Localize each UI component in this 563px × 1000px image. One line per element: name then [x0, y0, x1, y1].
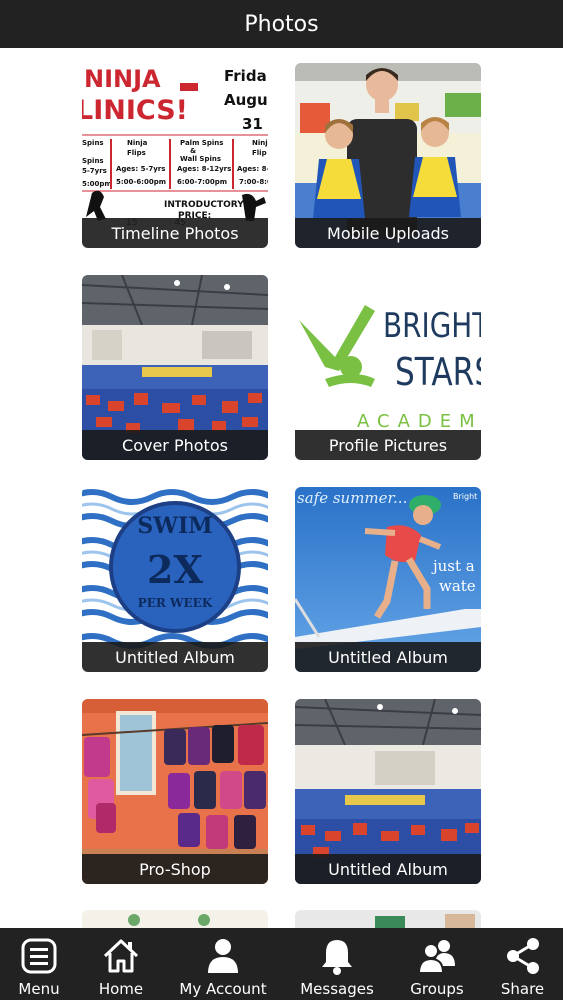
album-label: Cover Photos: [82, 430, 268, 460]
tab-menu[interactable]: Menu: [0, 928, 78, 1000]
tab-share[interactable]: Share: [482, 928, 563, 1000]
tab-home[interactable]: Home: [78, 928, 164, 1000]
bell-icon: [322, 940, 352, 975]
tab-label: Home: [98, 980, 144, 998]
svg-text:SWIM: SWIM: [137, 513, 212, 539]
album-untitled-swim[interactable]: SWIM 2X PER WEEK Untitled Album: [82, 487, 268, 672]
svg-text:LINICS!: LINICS!: [82, 95, 188, 126]
svg-text:BRIGHT: BRIGHT: [383, 306, 481, 345]
bottom-tab-bar: Menu Home My Account Messages Groups Sha…: [0, 928, 563, 1000]
album-cover-photos[interactable]: Cover Photos: [82, 275, 268, 460]
svg-text:Spins: Spins: [82, 157, 104, 165]
svg-text:Palm Spins: Palm Spins: [180, 139, 223, 147]
tab-label: Messages: [300, 980, 374, 998]
menu-icon: [21, 938, 57, 974]
album-timeline-photos[interactable]: NINJA LINICS! Frida Augu 31 Spins Spins …: [82, 63, 268, 248]
album-label: Untitled Album: [295, 642, 481, 672]
album-label: Untitled Album: [295, 854, 481, 884]
svg-text:safe summer...: safe summer...: [297, 489, 407, 507]
tab-my-account[interactable]: My Account: [164, 928, 282, 1000]
svg-text:wate: wate: [439, 577, 476, 595]
svg-text:5:00-6:00pm: 5:00-6:00pm: [116, 178, 166, 186]
svg-text:Ages: 8-12yrs: Ages: 8-12yrs: [177, 165, 231, 173]
svg-text:Flip: Flip: [252, 149, 267, 157]
svg-text:Flips: Flips: [127, 149, 146, 157]
svg-text:Wall Spins: Wall Spins: [180, 155, 221, 163]
tab-label: Menu: [18, 980, 60, 998]
svg-text:just a: just a: [431, 557, 475, 575]
album-mobile-uploads[interactable]: Mobile Uploads: [295, 63, 481, 248]
page-header: Photos: [0, 0, 563, 48]
album-label: Pro-Shop: [82, 854, 268, 884]
svg-text:6:00-7:00pm: 6:00-7:00pm: [177, 178, 227, 186]
album-pro-shop[interactable]: Pro-Shop: [82, 699, 268, 884]
svg-text:PER WEEK: PER WEEK: [138, 596, 213, 610]
svg-text:5-7yrs: 5-7yrs: [82, 167, 107, 175]
group-icon: [417, 940, 455, 974]
svg-text:Bright: Bright: [453, 492, 477, 501]
svg-text:Ages: 5-7yrs: Ages: 5-7yrs: [116, 165, 165, 173]
share-icon: [506, 938, 539, 974]
svg-text:Spins: Spins: [82, 139, 104, 147]
svg-text:Augu: Augu: [224, 91, 268, 109]
svg-text:STARS: STARS: [395, 351, 481, 395]
svg-text:7:00-8:0: 7:00-8:0: [239, 178, 268, 186]
album-partial[interactable]: [82, 910, 268, 930]
svg-text:Frida: Frida: [224, 67, 267, 85]
page-title: Photos: [244, 11, 319, 37]
svg-text:2X: 2X: [147, 547, 203, 592]
album-thumbnail: [82, 910, 268, 930]
album-partial[interactable]: [295, 910, 481, 930]
tab-label: Share: [500, 980, 545, 998]
svg-text:INTRODUCTORY: INTRODUCTORY: [164, 200, 244, 210]
tab-groups[interactable]: Groups: [392, 928, 482, 1000]
album-label: Mobile Uploads: [295, 218, 481, 248]
svg-text:ACADEMY: ACADEMY: [357, 411, 481, 432]
user-icon: [208, 939, 238, 973]
svg-text:Ages: 8-: Ages: 8-: [237, 165, 268, 173]
tab-label: Groups: [410, 980, 464, 998]
album-label: Profile Pictures: [295, 430, 481, 460]
album-label: Untitled Album: [82, 642, 268, 672]
tab-label: My Account: [179, 980, 267, 998]
svg-text:&: &: [190, 147, 196, 155]
svg-text:Ninja: Ninja: [127, 139, 148, 147]
album-profile-pictures[interactable]: BRIGHT STARS ACADEMY Profile Pictures: [295, 275, 481, 460]
album-label: Timeline Photos: [82, 218, 268, 248]
tab-messages[interactable]: Messages: [282, 928, 392, 1000]
album-thumbnail: [295, 910, 481, 930]
svg-text:31: 31: [242, 115, 263, 133]
album-untitled-gym[interactable]: Untitled Album: [295, 699, 481, 884]
svg-text:Ninja: Ninja: [252, 139, 268, 147]
home-icon: [103, 939, 139, 973]
svg-text:5:00pm: 5:00pm: [82, 180, 112, 188]
ninja-headline: NINJA: [84, 65, 161, 93]
album-untitled-summer[interactable]: safe summer... Bright just a wate Untitl…: [295, 487, 481, 672]
